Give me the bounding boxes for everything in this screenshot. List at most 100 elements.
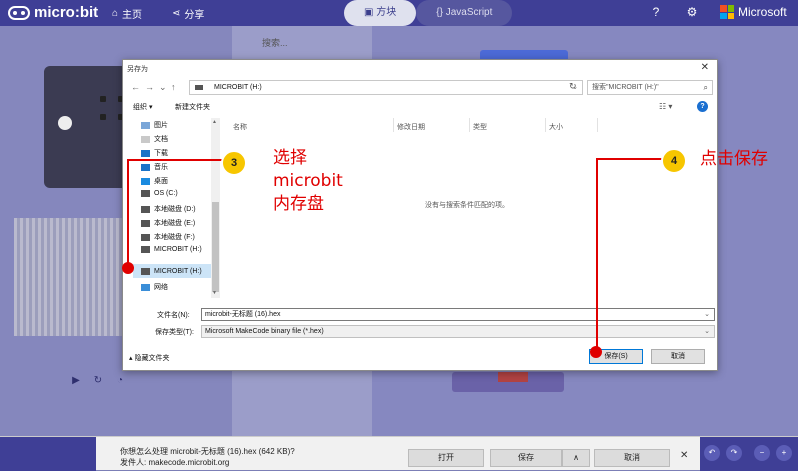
gear-icon[interactable]: ⚙ bbox=[684, 4, 700, 20]
forward-arrow-icon[interactable]: → bbox=[145, 82, 154, 92]
download-cancel-button[interactable]: 取消 bbox=[594, 449, 670, 467]
annotation-line bbox=[596, 158, 598, 352]
nav-item-desktop[interactable]: 桌面 bbox=[141, 176, 168, 186]
annotation-text-4: 点击保存 bbox=[700, 149, 768, 169]
annotation-text-3: 选择 microbit 内存盘 bbox=[273, 148, 343, 214]
navigation-pane: 图片 文档 下载 音乐 桌面 OS (C:) 本地磁盘 (D:) 本地磁盘 (E… bbox=[123, 118, 221, 298]
back-arrow-icon[interactable]: ← bbox=[131, 82, 140, 92]
drive-icon bbox=[141, 190, 150, 197]
annotation-line bbox=[127, 159, 129, 268]
empty-message: 没有与搜索条件匹配的项。 bbox=[425, 202, 509, 209]
nav-item-microbit-h-selected[interactable]: MICROBIT (H:) bbox=[133, 264, 217, 278]
nav-item-pictures[interactable]: 图片 bbox=[141, 120, 168, 130]
nav-item-music[interactable]: 音乐 bbox=[141, 162, 168, 172]
nav-item-downloads[interactable]: 下载 bbox=[141, 148, 168, 158]
toolbox-search-input[interactable]: 搜索... bbox=[262, 36, 370, 50]
filename-label: 文件名(N): bbox=[157, 312, 190, 319]
filetype-label: 保存类型(T): bbox=[155, 329, 194, 336]
editor-mode-toggle: ▣ 方块 {} JavaScript bbox=[344, 0, 513, 26]
home-link[interactable]: ⌂ 主页 bbox=[112, 6, 142, 21]
download-info: 你想怎么处理 microbit-无标题 (16).hex (642 KB)? 发… bbox=[120, 446, 295, 468]
downloads-icon bbox=[141, 149, 150, 157]
address-row: ← → ⌄ ↑ MICROBIT (H:) ⌄ ↻ 搜索"MICROBIT (H… bbox=[129, 80, 713, 96]
column-divider bbox=[393, 118, 394, 132]
led bbox=[100, 114, 106, 120]
zoom-in-icon[interactable]: + bbox=[776, 445, 792, 461]
filename-field[interactable]: microbit-无标题 (16).hex ⌄ bbox=[201, 308, 715, 321]
up-arrow-icon[interactable]: ↑ bbox=[171, 82, 176, 92]
cancel-button[interactable]: 取消 bbox=[651, 349, 705, 364]
slow-motion-icon[interactable]: ◔ bbox=[112, 374, 128, 388]
documents-icon bbox=[141, 135, 150, 143]
microbit-logo-icon bbox=[8, 5, 30, 20]
save-options-chevron-icon[interactable]: ∧ bbox=[562, 449, 590, 467]
column-header-size[interactable]: 大小 bbox=[549, 122, 563, 132]
scroll-down-icon[interactable]: ▼ bbox=[212, 290, 217, 296]
nav-item-network[interactable]: 网络 bbox=[141, 282, 168, 292]
pictures-icon bbox=[141, 121, 150, 129]
tab-javascript[interactable]: {} JavaScript bbox=[416, 0, 513, 26]
zoom-out-icon[interactable]: − bbox=[754, 445, 770, 461]
nav-scrollbar[interactable]: ▲ ▼ bbox=[211, 118, 220, 298]
nav-item-drive-c[interactable]: OS (C:) bbox=[141, 190, 178, 197]
undo-icon[interactable]: ↶ bbox=[704, 445, 720, 461]
dialog-title: 另存为 bbox=[127, 66, 148, 73]
dialog-toolbar: 组织 ▾ 新建文件夹 ☷ ▾ ? bbox=[123, 100, 717, 116]
home-icon: ⌂ bbox=[112, 8, 119, 19]
network-icon bbox=[141, 283, 150, 291]
nav-item-microbit-h[interactable]: MICROBIT (H:) bbox=[141, 246, 202, 253]
music-icon bbox=[141, 163, 150, 171]
sim-button-a[interactable] bbox=[58, 116, 72, 130]
download-close-button[interactable]: ✕ bbox=[680, 450, 688, 461]
address-bar[interactable]: MICROBIT (H:) ⌄ bbox=[189, 80, 583, 95]
editor-footer bbox=[0, 437, 96, 471]
search-placeholder: 搜索"MICROBIT (H:)" bbox=[592, 84, 659, 91]
column-header-name[interactable]: 名称 bbox=[233, 122, 247, 132]
new-folder-button[interactable]: 新建文件夹 bbox=[175, 102, 210, 112]
led bbox=[100, 96, 106, 102]
chevron-down-icon[interactable]: ⌄ bbox=[704, 326, 710, 337]
download-bar: 你想怎么处理 microbit-无标题 (16).hex (642 KB)? 发… bbox=[0, 436, 798, 471]
desktop-icon bbox=[141, 177, 150, 185]
recent-chevron-icon[interactable]: ⌄ bbox=[159, 82, 167, 93]
nav-item-drive-d[interactable]: 本地磁盘 (D:) bbox=[141, 204, 196, 214]
nav-item-drive-e[interactable]: 本地磁盘 (E:) bbox=[141, 218, 195, 228]
dialog-close-button[interactable]: ✕ bbox=[701, 62, 709, 73]
help-icon[interactable]: ? bbox=[697, 101, 708, 112]
brand-label: micro:bit bbox=[34, 4, 99, 21]
column-header-type[interactable]: 类型 bbox=[473, 122, 487, 132]
share-link[interactable]: ⋖ 分享 bbox=[172, 6, 204, 21]
open-button[interactable]: 打开 bbox=[408, 449, 484, 467]
drive-icon bbox=[141, 246, 150, 253]
step-badge-4: 4 bbox=[661, 148, 687, 174]
download-source: 发件人: makecode.microbit.org bbox=[120, 458, 230, 467]
annotation-dot bbox=[122, 262, 134, 274]
organize-button[interactable]: 组织 ▾ bbox=[133, 102, 152, 112]
refresh-icon[interactable]: ↻ bbox=[569, 81, 577, 92]
hide-folders-toggle[interactable]: ▴ 隐藏文件夹 bbox=[129, 353, 169, 363]
drive-icon bbox=[141, 233, 150, 241]
filetype-select[interactable]: Microsoft MakeCode binary file (*.hex) ⌄ bbox=[201, 325, 715, 338]
drive-icon bbox=[141, 205, 150, 213]
scroll-thumb[interactable] bbox=[212, 202, 219, 292]
nav-item-documents[interactable]: 文档 bbox=[141, 134, 168, 144]
redo-icon[interactable]: ↷ bbox=[726, 445, 742, 461]
microsoft-logo[interactable]: Microsoft bbox=[720, 5, 787, 19]
chevron-down-icon[interactable]: ⌄ bbox=[704, 309, 710, 320]
search-input[interactable]: 搜索"MICROBIT (H:)" ⌕ bbox=[587, 80, 713, 95]
nav-item-drive-f[interactable]: 本地磁盘 (F:) bbox=[141, 232, 195, 242]
view-options-icon[interactable]: ☷ ▾ bbox=[659, 102, 672, 111]
column-header-date[interactable]: 修改日期 bbox=[397, 122, 425, 132]
play-icon[interactable]: ▶ bbox=[68, 374, 84, 388]
breadboard bbox=[14, 218, 126, 336]
microsoft-label: Microsoft bbox=[738, 5, 787, 19]
column-divider bbox=[469, 118, 470, 132]
code-block[interactable] bbox=[498, 372, 528, 382]
share-icon: ⋖ bbox=[172, 8, 181, 19]
restart-icon[interactable]: ↻ bbox=[90, 374, 106, 388]
download-save-button[interactable]: 保存 bbox=[490, 449, 562, 467]
brand[interactable]: micro:bit bbox=[8, 4, 98, 21]
help-icon[interactable]: ? bbox=[648, 4, 664, 20]
scroll-up-icon[interactable]: ▲ bbox=[212, 119, 217, 125]
tab-blocks[interactable]: ▣ 方块 bbox=[344, 0, 417, 26]
